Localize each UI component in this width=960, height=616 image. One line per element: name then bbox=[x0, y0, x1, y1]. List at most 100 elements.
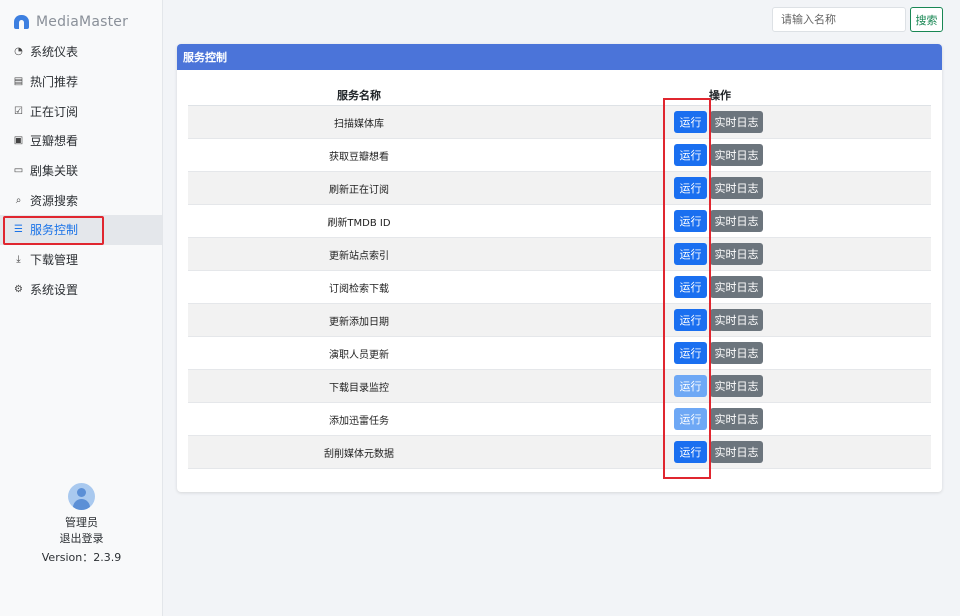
sidebar-item-label: 剧集关联 bbox=[30, 164, 79, 179]
user-name: 管理员 bbox=[65, 516, 98, 529]
run-button[interactable]: 运行 bbox=[674, 144, 707, 166]
service-name: 刮削媒体元数据 bbox=[324, 448, 394, 460]
sidebar-item-label: 系统仪表 bbox=[30, 45, 79, 60]
table-row: 更新站点索引 运行 实时日志 bbox=[188, 238, 931, 271]
table-row: 演职人员更新 运行 实时日志 bbox=[188, 337, 931, 370]
table-row: 下载目录监控 运行 实时日志 bbox=[188, 370, 931, 403]
run-button[interactable]: 运行 bbox=[674, 408, 707, 430]
table-row: 刷新TMDB ID 运行 实时日志 bbox=[188, 205, 931, 238]
version-label: Version：2.3.9 bbox=[41, 551, 122, 564]
app-name: MediaMaster bbox=[36, 14, 129, 30]
service-name: 扫描媒体库 bbox=[334, 118, 384, 130]
run-button[interactable]: 运行 bbox=[674, 111, 707, 133]
service-name: 订阅检索下载 bbox=[329, 283, 389, 295]
table-row: 扫描媒体库 运行 实时日志 bbox=[188, 106, 931, 139]
search-button[interactable]: 搜索 bbox=[910, 7, 943, 32]
service-name: 更新添加日期 bbox=[329, 316, 389, 328]
run-button[interactable]: 运行 bbox=[674, 441, 707, 463]
realtime-log-button[interactable]: 实时日志 bbox=[710, 441, 763, 463]
sidebar-item-1[interactable]: ◔ 系统仪表 bbox=[0, 37, 162, 67]
run-button[interactable]: 运行 bbox=[674, 342, 707, 364]
service-name: 获取豆瓣想看 bbox=[329, 151, 389, 163]
realtime-log-button[interactable]: 实时日志 bbox=[710, 309, 763, 331]
sidebar-item-3[interactable]: ☑ 正在订阅 bbox=[0, 96, 162, 126]
sidebar-item-label: 系统设置 bbox=[30, 282, 79, 297]
table-row: 更新添加日期 运行 实时日志 bbox=[188, 304, 931, 337]
table-header: 服务名称 操作 bbox=[188, 84, 931, 106]
realtime-log-button[interactable]: 实时日志 bbox=[710, 408, 763, 430]
sidebar-item-2[interactable]: ▤ 热门推荐 bbox=[0, 67, 162, 97]
list-icon: ▤ bbox=[13, 76, 24, 88]
sidebar-item-8[interactable]: ⤓ 下载管理 bbox=[0, 245, 162, 275]
run-button[interactable]: 运行 bbox=[674, 210, 707, 232]
realtime-log-button[interactable]: 实时日志 bbox=[710, 276, 763, 298]
service-name: 添加迅雷任务 bbox=[329, 415, 389, 427]
search-icon: ⌕ bbox=[15, 194, 22, 206]
realtime-log-button[interactable]: 实时日志 bbox=[710, 111, 763, 133]
realtime-log-button[interactable]: 实时日志 bbox=[710, 243, 763, 265]
table-row: 添加迅雷任务 运行 实时日志 bbox=[188, 403, 931, 436]
sidebar-item-label: 豆瓣想看 bbox=[30, 134, 79, 149]
operation-cell: 运行 实时日志 bbox=[530, 243, 763, 265]
dashboard-icon: ◔ bbox=[14, 46, 23, 58]
operation-cell: 运行 实时日志 bbox=[530, 111, 763, 133]
avatar[interactable] bbox=[68, 483, 95, 510]
table-row: 刮削媒体元数据 运行 实时日志 bbox=[188, 436, 931, 469]
calendar-check-icon: ☑ bbox=[14, 105, 23, 117]
table-row: 刷新正在订阅 运行 实时日志 bbox=[188, 172, 931, 205]
table-body: 扫描媒体库 运行 实时日志 获取豆瓣想看 运行 实时日志 刷新正在订阅 运行 实时日志 刷新TMD… bbox=[188, 106, 931, 469]
search-input[interactable] bbox=[772, 7, 906, 32]
service-name: 下载目录监控 bbox=[329, 382, 389, 394]
run-button[interactable]: 运行 bbox=[674, 375, 707, 397]
sidebar-item-label: 正在订阅 bbox=[30, 104, 79, 119]
operation-cell: 运行 实时日志 bbox=[530, 441, 763, 463]
table-row: 订阅检索下载 运行 实时日志 bbox=[188, 271, 931, 304]
service-name: 演职人员更新 bbox=[329, 349, 389, 361]
logo-icon bbox=[14, 15, 29, 29]
column-header-operation: 操作 bbox=[709, 88, 731, 102]
realtime-log-button[interactable]: 实时日志 bbox=[710, 144, 763, 166]
operation-cell: 运行 实时日志 bbox=[530, 210, 763, 232]
realtime-log-button[interactable]: 实时日志 bbox=[710, 375, 763, 397]
download-icon: ⤓ bbox=[16, 254, 21, 266]
sidebar-item-9[interactable]: ⚙ 系统设置 bbox=[0, 275, 162, 305]
operation-cell: 运行 实时日志 bbox=[530, 342, 763, 364]
realtime-log-button[interactable]: 实时日志 bbox=[710, 210, 763, 232]
run-button[interactable]: 运行 bbox=[674, 309, 707, 331]
service-control-panel: 服务控制 服务名称 操作 扫描媒体库 运行 实时日志 获取豆瓣想看 运行 实时日志 刷新正在… bbox=[177, 44, 942, 492]
sidebar-item-label: 热门推荐 bbox=[30, 75, 79, 90]
sidebar-item-6[interactable]: ⌕ 资源搜索 bbox=[0, 185, 162, 215]
service-name: 更新站点索引 bbox=[329, 250, 389, 262]
run-button[interactable]: 运行 bbox=[674, 177, 707, 199]
operation-cell: 运行 实时日志 bbox=[530, 375, 763, 397]
inbox-icon: ▣ bbox=[13, 135, 24, 147]
user-block: 管理员 退出登录 Version：2.3.9 bbox=[0, 483, 163, 567]
sidebar-item-5[interactable]: ▭ 剧集关联 bbox=[0, 156, 162, 186]
realtime-log-button[interactable]: 实时日志 bbox=[710, 342, 763, 364]
sidebar-item-7[interactable]: ☰ 服务控制 bbox=[0, 215, 162, 245]
operation-cell: 运行 实时日志 bbox=[530, 144, 763, 166]
gear-icon: ⚙ bbox=[14, 283, 23, 295]
sidebar-nav: ◔ 系统仪表 ▤ 热门推荐 ☑ 正在订阅 ▣ 豆瓣想看 ▭ 剧集关联 ⌕ 资源搜索 ☰ 服务控制 ⤓ 下载管理… bbox=[0, 37, 162, 304]
sidebar-item-label: 资源搜索 bbox=[30, 193, 79, 208]
column-header-name: 服务名称 bbox=[337, 88, 381, 102]
operation-cell: 运行 实时日志 bbox=[530, 408, 763, 430]
operation-cell: 运行 实时日志 bbox=[530, 309, 763, 331]
sidebar: MediaMaster ◔ 系统仪表 ▤ 热门推荐 ☑ 正在订阅 ▣ 豆瓣想看 ▭ 剧集关联 ⌕ 资源… bbox=[0, 0, 163, 616]
panel-title: 服务控制 bbox=[177, 44, 942, 70]
card-icon: ▭ bbox=[13, 165, 24, 177]
run-button[interactable]: 运行 bbox=[674, 243, 707, 265]
service-table: 服务名称 操作 扫描媒体库 运行 实时日志 获取豆瓣想看 运行 实时日志 刷新正在订阅 运行实… bbox=[188, 84, 931, 469]
list-bullet-icon: ☰ bbox=[14, 224, 23, 236]
operation-cell: 运行 实时日志 bbox=[530, 276, 763, 298]
run-button[interactable]: 运行 bbox=[674, 276, 707, 298]
realtime-log-button[interactable]: 实时日志 bbox=[710, 177, 763, 199]
logout-link[interactable]: 退出登录 bbox=[0, 531, 163, 547]
brand[interactable]: MediaMaster bbox=[14, 12, 128, 32]
service-name: 刷新TMDB ID bbox=[327, 217, 391, 229]
sidebar-item-4[interactable]: ▣ 豆瓣想看 bbox=[0, 126, 162, 156]
sidebar-item-label: 下载管理 bbox=[30, 253, 79, 268]
service-name: 刷新正在订阅 bbox=[329, 184, 389, 196]
operation-cell: 运行 实时日志 bbox=[530, 177, 763, 199]
table-row: 获取豆瓣想看 运行 实时日志 bbox=[188, 139, 931, 172]
